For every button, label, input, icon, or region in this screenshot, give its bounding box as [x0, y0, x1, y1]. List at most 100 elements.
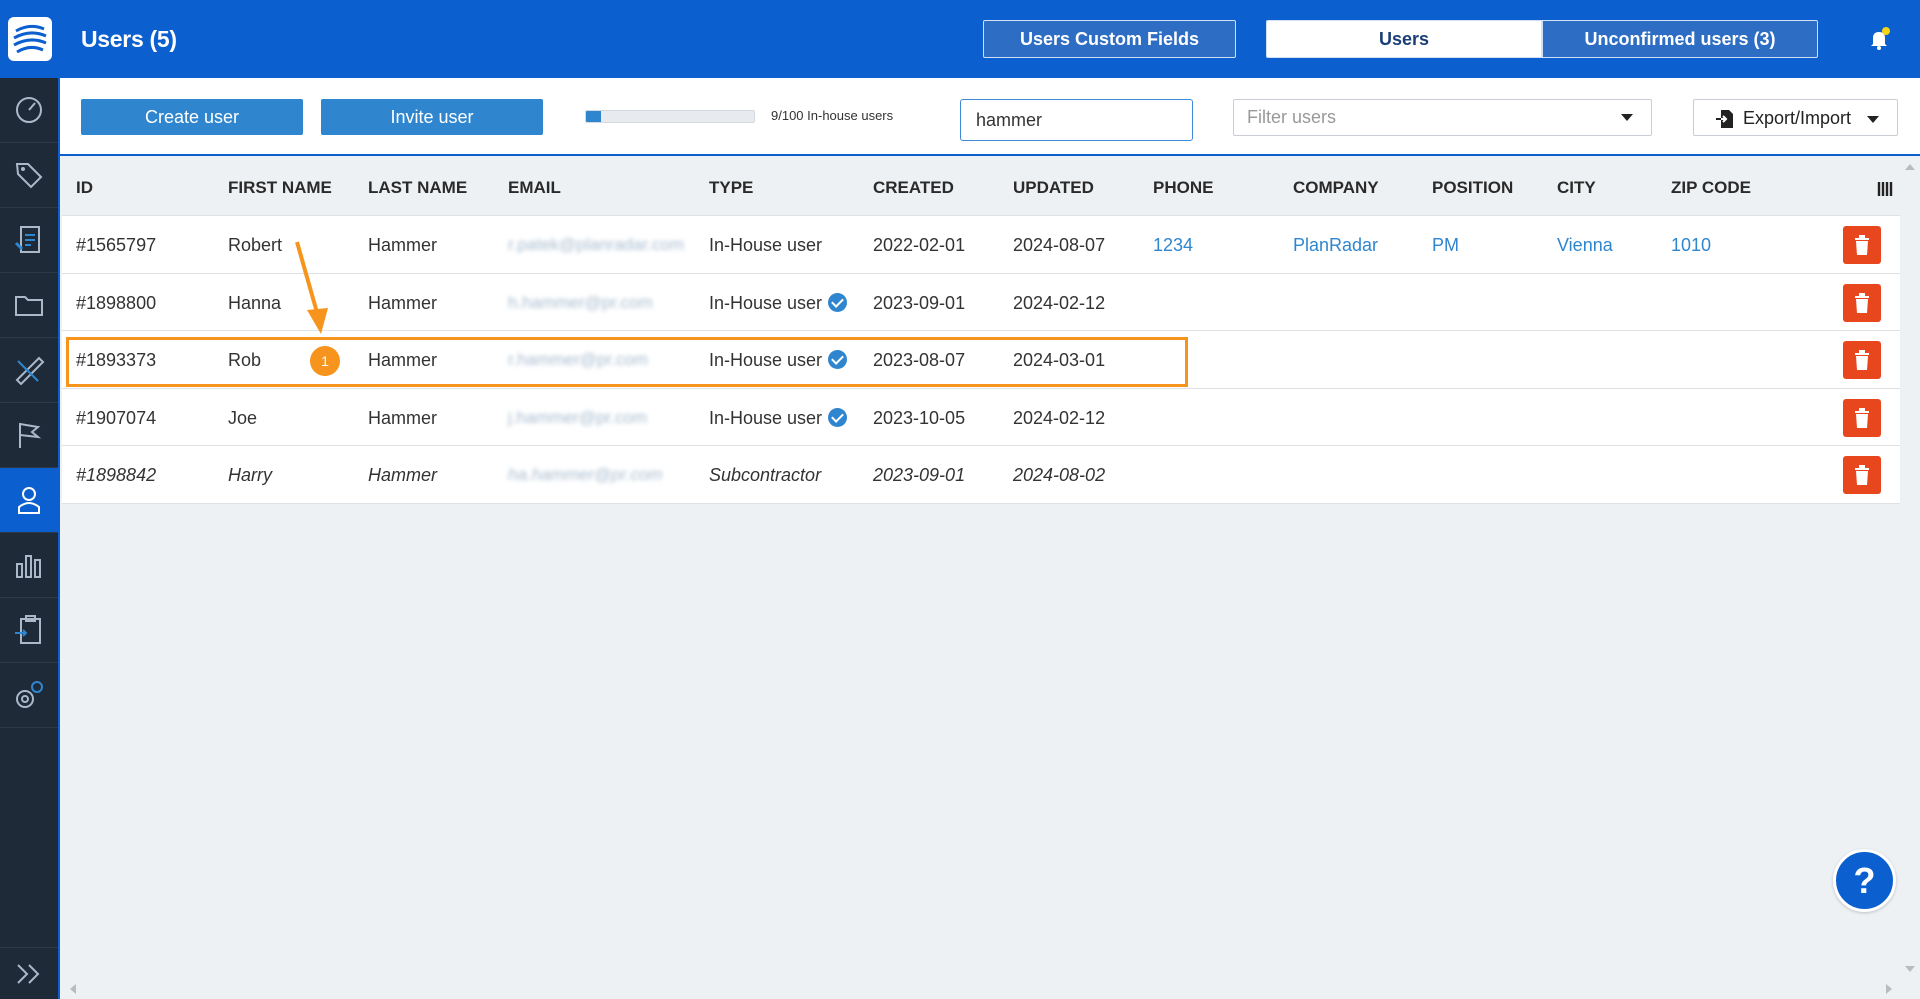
- scroll-down-icon[interactable]: [1905, 966, 1915, 972]
- cell-first: Rob: [228, 350, 261, 371]
- cell-city[interactable]: Vienna: [1557, 235, 1613, 256]
- sidebar-item-tags[interactable]: [0, 143, 58, 208]
- sidebar-item-reports[interactable]: [0, 208, 58, 273]
- folder-icon: [15, 296, 43, 316]
- cell-created-text: 2023-10-05: [873, 407, 966, 428]
- scroll-left-icon[interactable]: [70, 984, 76, 994]
- trash-icon: [1855, 235, 1869, 255]
- cell-created: 2023-08-07: [873, 350, 965, 371]
- cell-last-text: Hammer: [368, 407, 438, 428]
- cell-position[interactable]: PM: [1432, 235, 1459, 256]
- column-header-city[interactable]: CITY: [1557, 178, 1596, 198]
- cell-zip[interactable]: 1010: [1671, 235, 1711, 256]
- cell-last: Hammer: [368, 465, 437, 486]
- user-quota-progress-fill: [586, 111, 602, 122]
- column-header-created[interactable]: CREATED: [873, 178, 954, 198]
- cell-phone-text: 1234: [1153, 235, 1194, 255]
- cell-created: 2023-09-01: [873, 465, 965, 486]
- cell-type: In-House user: [709, 292, 848, 314]
- tab-unconfirmed-users[interactable]: Unconfirmed users (3): [1542, 20, 1818, 58]
- table-row[interactable]: #1898800 Hanna Hammer h.hammer@pr.com In-Hou…: [62, 273, 1900, 331]
- column-header-email[interactable]: EMAIL: [508, 178, 561, 198]
- users-custom-fields-button[interactable]: Users Custom Fields: [983, 20, 1236, 58]
- cell-id: #1565797: [76, 235, 156, 256]
- column-header-id[interactable]: ID: [76, 178, 93, 198]
- sidebar-item-milestones[interactable]: [0, 403, 58, 468]
- sidebar-item-statistics[interactable]: [0, 533, 58, 598]
- delete-user-button[interactable]: [1843, 398, 1881, 437]
- cell-updated: 2024-08-02: [1013, 465, 1105, 486]
- sidebar-item-users[interactable]: [0, 468, 58, 533]
- sidebar-item-forms[interactable]: [0, 598, 58, 663]
- delete-user-button[interactable]: [1843, 283, 1881, 322]
- filter-users-dropdown[interactable]: Filter users: [1233, 99, 1652, 136]
- sidebar-expand-button[interactable]: [0, 947, 58, 999]
- cell-updated: 2024-02-12: [1013, 293, 1105, 314]
- vertical-scrollbar[interactable]: [1900, 158, 1920, 978]
- cell-id-text: #1907074: [76, 407, 157, 428]
- cell-email-text: h.hammer@pr.com: [508, 292, 653, 312]
- cell-id: #1893373: [76, 350, 156, 371]
- cell-city-text: Vienna: [1557, 235, 1613, 255]
- table-row[interactable]: #1565797 Robert Hammer r.patek@planradar.co…: [62, 216, 1900, 274]
- cell-type-text: In-House user: [709, 235, 823, 255]
- sidebar-item-documents[interactable]: [0, 273, 58, 338]
- table-row[interactable]: #1898842 Harry Hammer ha.hammer@pr.com Subco…: [62, 446, 1900, 504]
- tab-users[interactable]: Users: [1266, 20, 1542, 58]
- cell-updated: 2024-08-07: [1013, 235, 1105, 256]
- toolbar: Create user Invite user 9/100 In-house u…: [60, 78, 1920, 156]
- column-header-last[interactable]: LAST NAME: [368, 178, 467, 198]
- reports-icon: [14, 226, 40, 253]
- invite-user-button[interactable]: Invite user: [321, 99, 543, 135]
- export-import-button[interactable]: Export/Import: [1693, 99, 1898, 136]
- cell-company[interactable]: PlanRadar: [1293, 235, 1378, 256]
- cell-first-text: Rob: [228, 350, 262, 370]
- cell-email-text: r.patek@planradar.com: [508, 235, 685, 254]
- scroll-right-icon[interactable]: [1886, 984, 1892, 994]
- trash-icon: [1855, 292, 1869, 313]
- column-header-phone[interactable]: PHONE: [1153, 178, 1213, 198]
- column-header-zip[interactable]: ZIP CODE: [1671, 178, 1751, 198]
- cell-company-text: PlanRadar: [1293, 235, 1379, 255]
- column-header-updated[interactable]: UPDATED: [1013, 178, 1094, 198]
- verified-check-icon: [828, 407, 848, 427]
- cell-zip-text: 1010: [1671, 235, 1712, 255]
- column-header-first[interactable]: FIRST NAME: [228, 178, 332, 198]
- horizontal-scrollbar[interactable]: [62, 978, 1900, 999]
- scroll-up-icon[interactable]: [1905, 164, 1915, 170]
- logo[interactable]: [0, 0, 60, 78]
- annotation-arrow: [295, 241, 328, 334]
- help-button[interactable]: ?: [1833, 849, 1896, 912]
- delete-user-button[interactable]: [1843, 341, 1881, 379]
- cell-last: Hammer: [368, 293, 437, 314]
- columns-icon[interactable]: [1877, 180, 1895, 198]
- ruler-icon: [15, 356, 45, 386]
- cell-created-text: 2023-09-01: [873, 465, 966, 485]
- delete-user-button[interactable]: [1843, 226, 1881, 264]
- column-header-position[interactable]: POSITION: [1432, 178, 1513, 198]
- table-row[interactable]: #1907074 Joe Hammer j.hammer@pr.com In-House…: [62, 388, 1900, 446]
- create-user-button[interactable]: Create user: [81, 99, 303, 135]
- column-header-company[interactable]: COMPANY: [1293, 178, 1379, 198]
- delete-user-button[interactable]: [1843, 456, 1881, 494]
- cell-phone[interactable]: 1234: [1153, 235, 1193, 256]
- cell-email-text: ha.hammer@pr.com: [508, 465, 663, 484]
- sidebar-item-dashboard[interactable]: [0, 78, 58, 143]
- caret-down-icon: [1621, 114, 1633, 121]
- sidebar-item-settings[interactable]: [0, 663, 58, 728]
- cell-type: In-House user: [709, 407, 848, 429]
- tags-icon: [15, 163, 43, 189]
- sidebar-item-plans[interactable]: [0, 338, 58, 403]
- cell-created: 2022-02-01: [873, 235, 965, 256]
- cell-created-text: 2022-02-01: [873, 235, 966, 255]
- cell-first: Robert: [228, 235, 282, 256]
- clipboard-icon: [15, 615, 41, 644]
- column-header-type[interactable]: TYPE: [709, 178, 753, 198]
- cell-created-text: 2023-08-07: [873, 350, 966, 370]
- cell-email: h.hammer@pr.com: [508, 293, 653, 313]
- sidebar: [0, 0, 60, 999]
- search-input[interactable]: [960, 99, 1193, 141]
- cell-first: Harry: [228, 465, 272, 486]
- bell-icon[interactable]: [1866, 26, 1892, 52]
- cell-id-text: #1898842: [76, 465, 157, 485]
